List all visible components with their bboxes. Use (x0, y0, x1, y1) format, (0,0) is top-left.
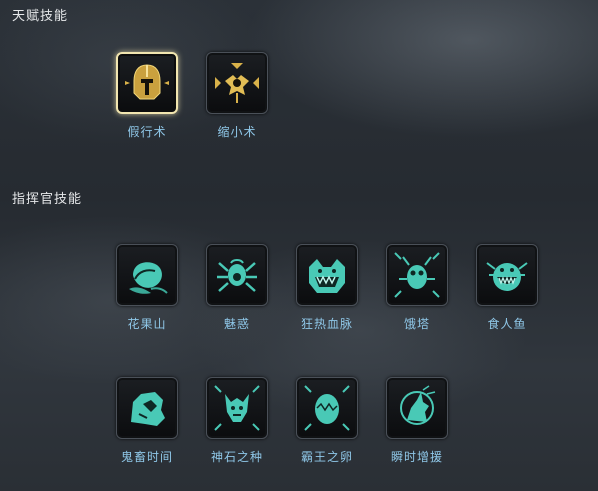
skill-disguise[interactable]: 假行术 (116, 52, 178, 140)
skill-label: 霸王之卵 (300, 450, 353, 464)
skill-tile-disguise[interactable] (116, 52, 178, 114)
skill-label: 食人鱼 (487, 317, 527, 331)
skill-label: 狂热血脉 (300, 317, 353, 331)
skill-frenzy-blood[interactable]: 狂热血脉 (296, 244, 358, 332)
skill-shrink[interactable]: 缩小术 (206, 52, 268, 140)
skill-tile-instant-reinforce[interactable] (386, 377, 448, 439)
skill-instant-reinforce[interactable]: 瞬时增援 (386, 377, 448, 465)
charm-spider-icon (217, 259, 257, 292)
skill-tile-huaguoshan[interactable] (116, 244, 178, 306)
skill-label: 神石之种 (210, 450, 263, 464)
skill-tile-overlord-egg[interactable] (296, 377, 358, 439)
egg-icon (304, 385, 350, 431)
ghost-beast-icon (131, 392, 165, 426)
skill-god-stone-seed[interactable]: 神石之种 (206, 377, 268, 465)
skill-hungry-tower[interactable]: 饿塔 (386, 244, 448, 332)
insect-tower-icon (394, 252, 440, 298)
skill-tile-charm[interactable] (206, 244, 268, 306)
skill-tile-shrink[interactable] (206, 52, 268, 114)
skill-huaguoshan[interactable]: 花果山 (116, 244, 178, 332)
skill-charm[interactable]: 魅惑 (206, 244, 268, 332)
skill-tile-god-stone-seed[interactable] (206, 377, 268, 439)
piranha-icon (486, 262, 528, 291)
golden-helmet-icon (125, 64, 169, 100)
skill-label: 鬼畜时间 (120, 450, 173, 464)
skill-label: 假行术 (127, 125, 167, 139)
commander-section-title: 指挥官技能 (12, 192, 83, 207)
talent-section-title: 天赋技能 (12, 9, 69, 24)
demon-stone-icon (214, 385, 260, 431)
skill-label: 缩小术 (217, 125, 257, 139)
skill-label: 饿塔 (403, 317, 430, 331)
skill-overlord-egg[interactable]: 霸王之卵 (296, 377, 358, 465)
skill-tile-piranha[interactable] (476, 244, 538, 306)
skill-tile-frenzy-blood[interactable] (296, 244, 358, 306)
skill-label: 瞬时增援 (390, 450, 443, 464)
skill-tile-hungry-tower[interactable] (386, 244, 448, 306)
skill-ghost-time[interactable]: 鬼畜时间 (116, 377, 178, 465)
skill-label: 魅惑 (223, 317, 250, 331)
fanged-beast-icon (309, 259, 345, 293)
skill-tile-ghost-time[interactable] (116, 377, 178, 439)
skill-piranha[interactable]: 食人鱼 (476, 244, 538, 332)
golden-shrink-icon (215, 63, 259, 103)
peach-icon (129, 262, 168, 294)
wolf-howl-icon (400, 385, 436, 425)
skill-label: 花果山 (127, 317, 167, 331)
